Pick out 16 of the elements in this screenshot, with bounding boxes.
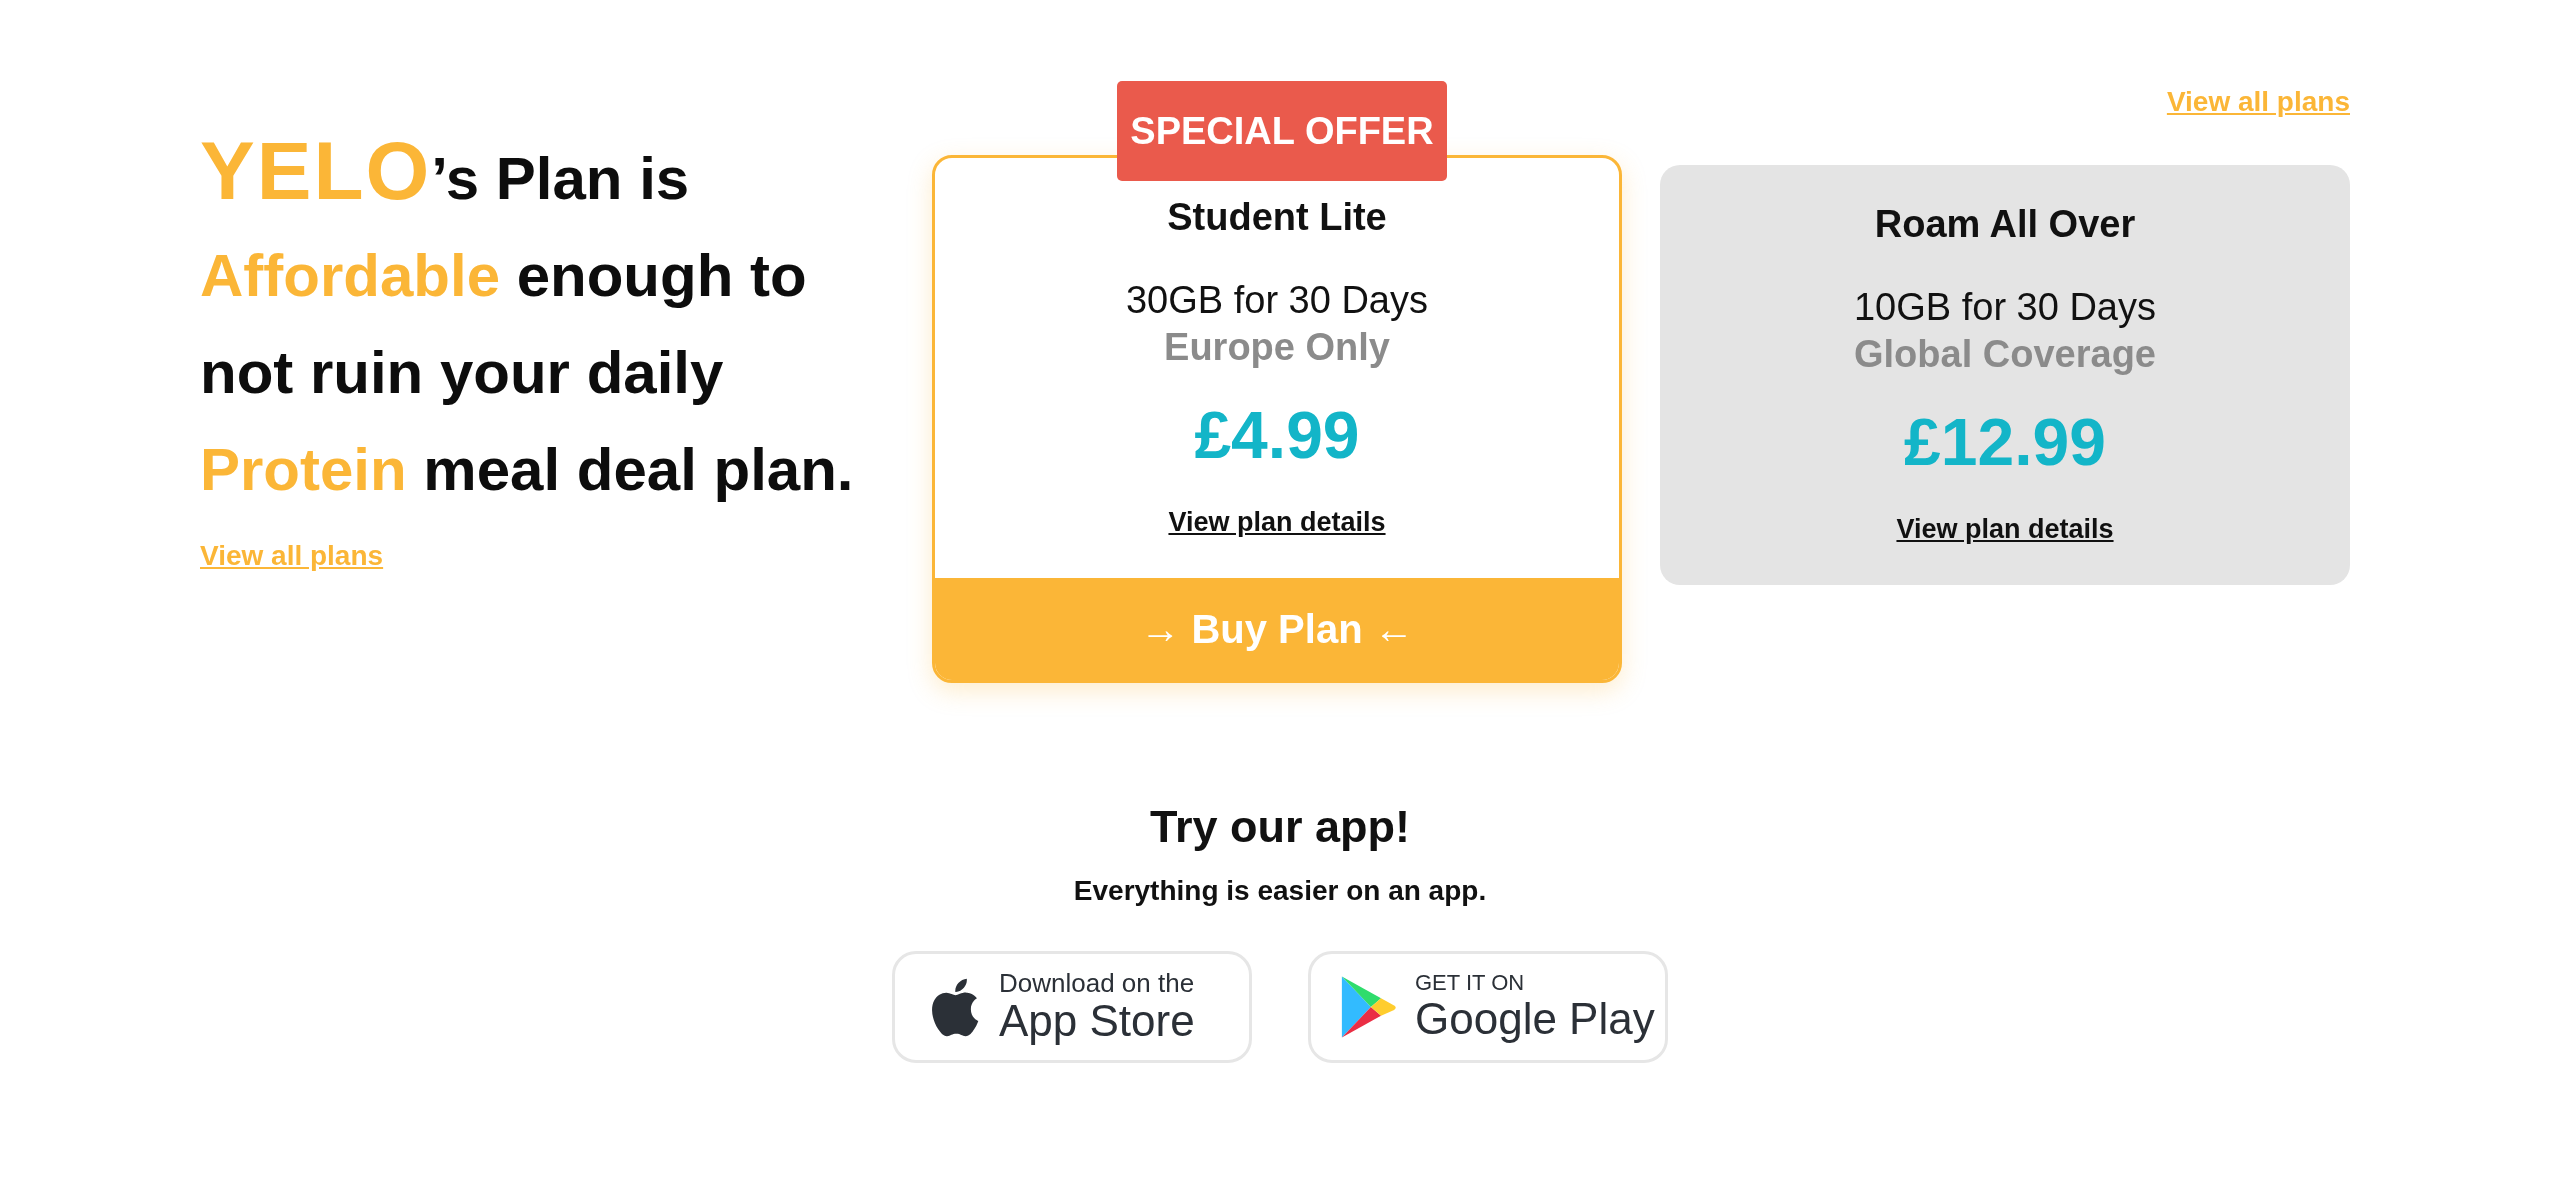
app-store-button[interactable]: Download on the App Store (892, 951, 1252, 1063)
plan-price: £12.99 (1904, 404, 2106, 480)
plan-price: £4.99 (1194, 397, 1360, 473)
plan-allowance: 30GB for 30 Days (1125, 279, 1428, 322)
headline: YELO’s Plan is Affordable enough to not ruin your daily Protein meal deal plan. (200, 130, 855, 505)
plan-allowance: 10GB for 30 Days (1853, 286, 2156, 329)
plan-name: Roam All Over (1874, 203, 2136, 246)
section-subtitle: Everything is easier on an app. (1073, 875, 1487, 907)
plan-details-link[interactable]: View plan details (1168, 507, 1386, 538)
plan-name: Student Lite (1167, 196, 1387, 239)
plan-coverage: Global Coverage (1854, 333, 2156, 376)
google-play-button[interactable]: GET IT ON Google Play (1308, 951, 1668, 1063)
section-title: Try our app! (1150, 801, 1410, 853)
plan-details-link[interactable]: View plan details (1896, 514, 2114, 545)
plan-coverage: Europe Only (1164, 326, 1390, 369)
offer-badge: SPECIAL OFFER (1117, 81, 1447, 181)
